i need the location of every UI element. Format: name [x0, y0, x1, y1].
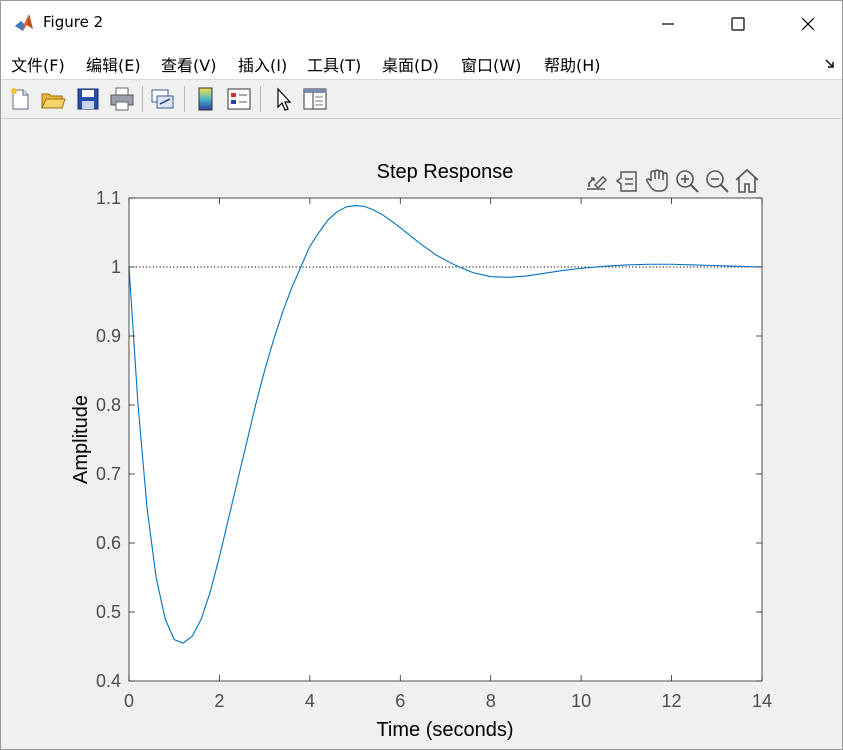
x-tick-label: 8	[486, 691, 496, 711]
y-tick-label: 1	[111, 257, 121, 277]
pointer-icon[interactable]	[269, 85, 297, 113]
save-icon[interactable]	[74, 85, 102, 113]
x-tick-label: 6	[395, 691, 405, 711]
minimize-icon	[662, 22, 674, 25]
colorbar-icon[interactable]	[192, 85, 220, 113]
matlab-logo-icon	[13, 12, 35, 34]
menu-desktop[interactable]: 桌面(D)	[382, 52, 439, 76]
y-tick-label: 0.8	[96, 395, 121, 415]
minimize-button[interactable]	[633, 1, 703, 46]
menu-bar: 文件(F) 编辑(E) 查看(V) 插入(I) 工具(T) 桌面(D) 窗口(W…	[1, 46, 842, 80]
x-tick-label: 2	[214, 691, 224, 711]
legend-icon[interactable]	[225, 85, 253, 113]
menu-window[interactable]: 窗口(W)	[461, 52, 521, 76]
toolbar-separator	[260, 86, 261, 112]
y-tick-label: 0.4	[96, 671, 121, 691]
export-icon[interactable]	[587, 176, 607, 190]
close-button[interactable]	[773, 1, 843, 46]
data-tips-icon[interactable]	[615, 171, 637, 192]
print-icon[interactable]	[108, 85, 136, 113]
zoom-in-icon[interactable]	[676, 170, 699, 193]
new-figure-icon[interactable]	[6, 85, 34, 113]
maximize-button[interactable]	[703, 1, 773, 46]
figure-window: Figure 2 文件(F) 编辑(E) 查看(V) 插入(I) 工具(T) 桌…	[0, 0, 843, 750]
y-tick-label: 0.6	[96, 533, 121, 553]
menu-view[interactable]: 查看(V)	[161, 52, 216, 76]
zoom-out-icon[interactable]	[706, 170, 729, 193]
open-file-icon[interactable]	[39, 85, 67, 113]
pan-hand-icon[interactable]	[645, 169, 668, 192]
y-tick-label: 1.1	[96, 188, 121, 208]
toolbar-separator	[142, 86, 143, 112]
plot-area	[129, 198, 762, 681]
close-icon	[801, 17, 815, 30]
menu-help[interactable]: 帮助(H)	[544, 52, 601, 76]
menu-insert[interactable]: 插入(I)	[238, 52, 287, 76]
y-tick-label: 0.5	[96, 602, 121, 622]
maximize-icon	[731, 16, 745, 31]
x-tick-label: 10	[571, 691, 591, 711]
x-tick-label: 12	[662, 691, 682, 711]
menu-file[interactable]: 文件(F)	[11, 52, 65, 76]
step-response-chart[interactable]: 0 2 4 6 8 10 12 14 0.4 0.5 0.6 0.7 0.8 0.9 1 1.1 Step Re…	[1, 119, 842, 749]
y-axis-label: Amplitude	[70, 395, 92, 484]
title-bar[interactable]: Figure 2	[1, 1, 842, 46]
x-tick-label: 0	[124, 691, 134, 711]
y-tick-label: 0.7	[96, 464, 121, 484]
menu-edit[interactable]: 编辑(E)	[86, 52, 141, 76]
x-tick-label: 4	[305, 691, 315, 711]
link-plot-icon[interactable]	[149, 85, 177, 113]
dock-arrow-icon[interactable]	[824, 58, 836, 70]
x-axis-label: Time (seconds)	[376, 719, 513, 741]
home-icon[interactable]	[735, 168, 759, 193]
x-tick-label: 14	[752, 691, 772, 711]
figure-toolbar	[1, 80, 842, 119]
property-inspector-icon[interactable]	[301, 85, 329, 113]
y-tick-label: 0.9	[96, 326, 121, 346]
chart-title: Step Response	[377, 161, 514, 183]
figure-canvas: 0 2 4 6 8 10 12 14 0.4 0.5 0.6 0.7 0.8 0.9 1 1.1 Step Re…	[1, 119, 842, 749]
window-title: Figure 2	[43, 13, 104, 31]
axes-toolbar	[587, 168, 759, 193]
menu-tools[interactable]: 工具(T)	[307, 52, 361, 76]
toolbar-separator	[184, 86, 185, 112]
